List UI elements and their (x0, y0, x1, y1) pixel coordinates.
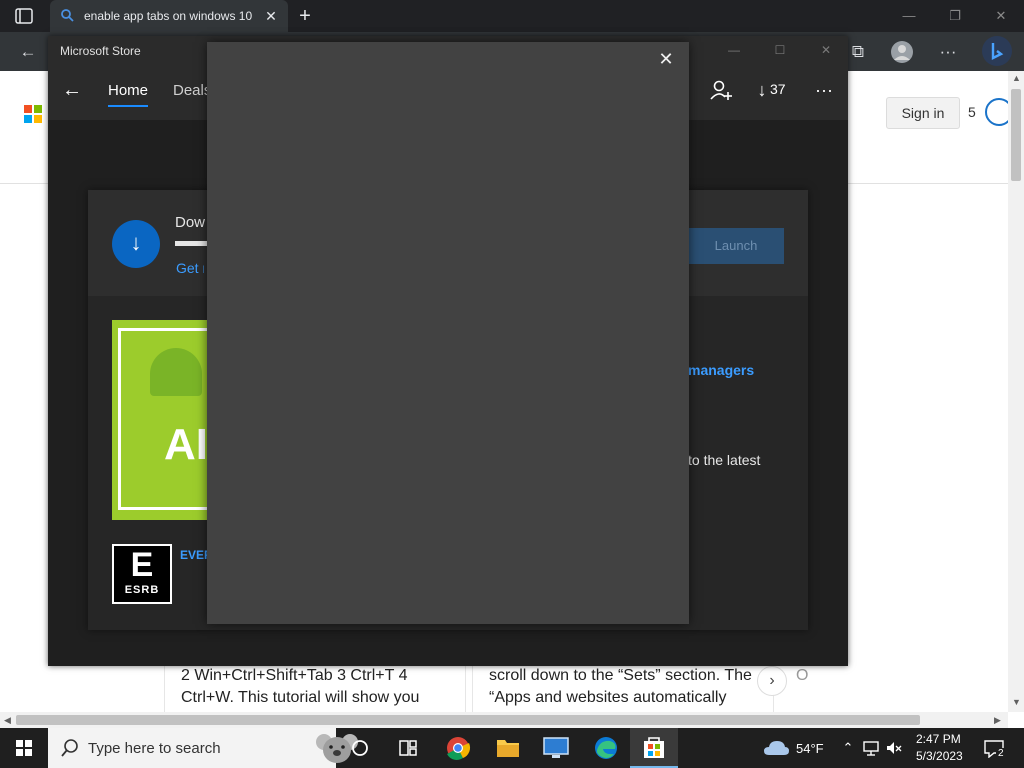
weather-temperature[interactable]: 54°F (796, 741, 824, 756)
store-maximize-button[interactable]: ☐ (768, 40, 792, 60)
download-icon: ↓ (112, 220, 160, 268)
collections-icon[interactable]: ⧉ (846, 40, 870, 64)
store-back-icon[interactable]: ← (60, 78, 84, 102)
taskbar-search-box[interactable]: Type here to search (48, 728, 358, 768)
browser-titlebar: enable app tabs on windows 10 - Search ✕… (0, 0, 1024, 32)
card-snippet-partial: O w (796, 667, 810, 684)
store-window-title: Microsoft Store (60, 44, 141, 58)
volume-muted-icon[interactable] (884, 738, 904, 758)
result-card[interactable]: 2 Win+Ctrl+Shift+Tab 3 Ctrl+T 4 Ctrl+W. … (164, 661, 466, 712)
weather-cloud-icon[interactable] (762, 738, 790, 758)
horizontal-scrollbar[interactable]: ◀ ▶ (0, 712, 1008, 728)
microsoft-logo-icon (24, 105, 42, 123)
nav-tab-deals[interactable]: Deals (173, 82, 211, 99)
profile-avatar-icon[interactable] (890, 40, 914, 64)
task-view-icon[interactable] (384, 728, 432, 768)
windows-start-icon[interactable] (0, 728, 48, 768)
get-more-link[interactable]: Get more (176, 260, 204, 276)
remote-desktop-icon[interactable] (532, 728, 580, 768)
notification-count: 2 (996, 748, 1006, 759)
android-logo-icon (150, 348, 202, 396)
back-arrow-icon[interactable]: ← (16, 40, 40, 64)
chevron-up-icon[interactable]: ⌃ (838, 738, 858, 758)
downloads-icon[interactable]: ↓ (754, 78, 770, 102)
card-snippet: scroll down to the “Sets” section. The “… (489, 667, 752, 706)
nav-active-indicator (108, 105, 148, 107)
tab-close-icon[interactable]: ✕ (263, 8, 279, 24)
download-status: Downloading (175, 214, 205, 231)
scroll-down-icon[interactable]: ▼ (1012, 697, 1021, 707)
scroll-up-icon[interactable]: ▲ (1012, 73, 1021, 83)
browser-tab-active[interactable]: enable app tabs on windows 10 - Search ✕ (50, 0, 288, 32)
chrome-icon[interactable] (434, 728, 482, 768)
esrb-brand: ESRB (124, 584, 160, 596)
vertical-scrollbar[interactable]: ▲ ▼ (1008, 71, 1024, 712)
scroll-thumb[interactable] (1011, 89, 1021, 181)
carousel-next-button[interactable]: › (757, 666, 787, 696)
minimize-button[interactable]: — (898, 6, 920, 26)
app-publisher-link[interactable]: managers (688, 362, 754, 378)
scroll-thumb[interactable] (16, 715, 920, 725)
more-options-icon[interactable]: ··· (810, 78, 838, 102)
result-card[interactable]: scroll down to the “Sets” section. The “… (472, 661, 774, 712)
cortana-icon[interactable] (336, 728, 384, 768)
microsoft-store-taskbar-icon[interactable] (630, 728, 678, 768)
network-icon[interactable] (861, 738, 881, 758)
tab-title: enable app tabs on windows 10 - Search (84, 9, 254, 23)
rewards-trophy-icon[interactable] (985, 98, 1008, 126)
overlay-dialog: ✕ (207, 42, 689, 624)
close-window-button[interactable]: ✕ (990, 6, 1012, 26)
clock-time[interactable]: 2:47 PM (916, 732, 961, 746)
downloads-count[interactable]: 37 (770, 81, 786, 97)
store-minimize-button[interactable]: — (722, 40, 746, 60)
rating-label[interactable]: EVERYONE (180, 548, 208, 562)
launch-button[interactable]: Launch (688, 228, 784, 264)
app-description: to the latest (688, 452, 761, 468)
file-explorer-icon[interactable] (484, 728, 532, 768)
scroll-right-icon[interactable]: ▶ (994, 715, 1001, 726)
restore-button[interactable]: ❐ (944, 6, 966, 26)
rewards-count: 5 (968, 104, 976, 120)
app-tile-image[interactable]: AI (112, 320, 208, 520)
store-close-button[interactable]: ✕ (814, 40, 838, 60)
dialog-close-icon[interactable]: ✕ (655, 48, 677, 70)
scroll-left-icon[interactable]: ◀ (4, 715, 11, 726)
bing-chat-icon[interactable] (982, 36, 1012, 66)
search-placeholder: Type here to search (88, 740, 221, 757)
search-icon (61, 9, 74, 22)
esrb-rating-badge: E ESRB (112, 544, 172, 604)
settings-more-icon[interactable]: ··· (936, 40, 960, 64)
esrb-letter: E (130, 546, 154, 584)
clock-date[interactable]: 5/3/2023 (916, 749, 963, 763)
card-snippet: 2 Win+Ctrl+Shift+Tab 3 Ctrl+T 4 Ctrl+W. … (181, 667, 420, 706)
edge-icon[interactable] (582, 728, 630, 768)
windows-taskbar: Type here to search 54°F ⌃ 2:47 PM 5/3/2 (0, 728, 1024, 768)
nav-tab-home[interactable]: Home (108, 82, 148, 99)
app-tile-text: AI (164, 420, 208, 469)
new-tab-button[interactable]: + (294, 6, 316, 28)
account-add-icon[interactable] (708, 78, 734, 102)
search-icon (61, 739, 78, 757)
tab-actions-icon[interactable] (12, 7, 36, 25)
sign-in-button[interactable]: Sign in (886, 97, 960, 129)
